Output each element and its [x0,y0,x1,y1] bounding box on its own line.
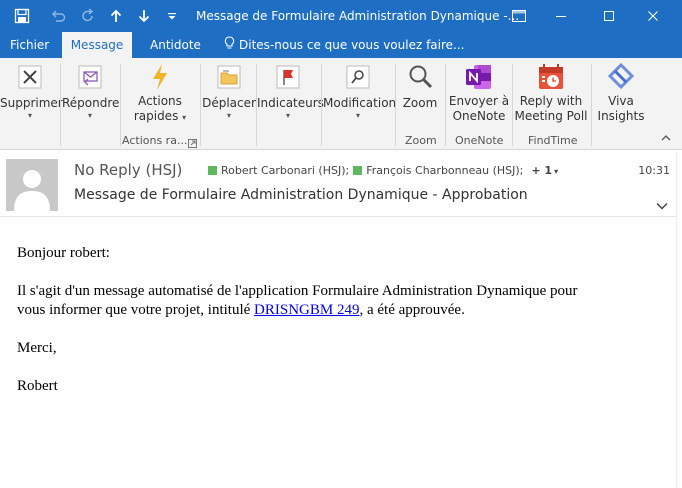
more-recipients[interactable]: + 1 ▾ [531,164,558,177]
search-icon [342,62,374,92]
body-line-2-start: vous informer que votre projet, intitulé [17,302,255,318]
deplacer-button[interactable]: Déplacer ▾ [202,62,256,121]
supprimer-button[interactable]: Supprimer ▾ [0,62,63,121]
divider [445,64,446,146]
body-line-2-end: , a été approuvée. [359,302,465,318]
modification-label: Modification [323,96,397,110]
reply-icon [74,62,106,92]
presence-available-icon [208,166,217,175]
modification-button[interactable]: Modification ▾ [323,62,397,121]
flag-icon [272,62,304,92]
reply-meeting-label-2: Meeting Poll [514,109,588,123]
window-title: Message de Formulaire Administration Dyn… [196,9,520,23]
divider [200,64,201,146]
tell-me-text: Dites-nous ce que vous voulez faire... [239,38,465,52]
chevron-down-icon: ▾ [27,111,32,120]
signature: Robert [17,378,58,394]
divider [512,64,513,146]
chevron-down-icon: ▾ [182,113,187,122]
envoyer-label-1: Envoyer à [448,94,510,108]
reply-meeting-poll-button[interactable]: Reply with Meeting Poll [514,62,588,124]
lightning-icon [144,62,176,92]
tab-fichier[interactable]: Fichier [10,32,49,58]
repondre-label: Répondre [62,96,120,110]
calendar-clock-icon [535,62,567,92]
message-header: No Reply (HSJ) Robert Carbonari (HSJ); F… [0,151,682,217]
greeting: Bonjour robert: [17,245,110,261]
actions-group-label: Actions ra... [122,134,188,147]
title-bar: Message de Formulaire Administration Dyn… [0,0,682,32]
reply-meeting-label-1: Reply with [519,94,583,108]
actions-rapides-label-2: rapides ▾ [124,109,196,124]
arrow-down-icon[interactable] [132,0,156,32]
indicateurs-label: Indicateurs [257,96,324,110]
magnifier-icon [404,62,436,92]
actions-rapides-button[interactable]: Actions rapides ▾ [124,62,196,124]
viva-insights-button[interactable]: Viva Insights [594,62,648,124]
message-subject: Message de Formulaire Administration Dyn… [74,187,528,203]
minimize-icon[interactable] [540,0,582,32]
envoyer-label-2: OneNote [452,109,506,123]
recipient-2[interactable]: François Charbonneau (HSJ); [366,164,523,177]
customize-toolbar-icon[interactable] [162,0,182,32]
tab-antidote[interactable]: Antidote [150,32,201,58]
collapse-ribbon-icon[interactable] [660,132,672,146]
received-time: 10:31 [638,164,670,177]
redo-icon[interactable] [76,0,100,32]
avatar [6,159,58,211]
lightbulb-icon [224,33,235,59]
chevron-down-icon: ▾ [87,111,92,120]
ribbon-display-icon[interactable] [498,0,540,32]
dialog-launcher-icon[interactable] [188,137,197,151]
body-line-1: Il s'agit d'un message automatisé de l'a… [17,283,578,299]
onenote-icon [463,62,495,92]
message-body: Bonjour robert: Il s'agit d'un message a… [17,244,637,396]
envoyer-onenote-button[interactable]: Envoyer à OneNote [448,62,510,124]
onenote-group-label: OneNote [455,134,504,147]
scrollbar[interactable] [676,151,682,488]
presence-available-icon [353,166,363,175]
zoom-group-label: Zoom [405,134,437,147]
repondre-button[interactable]: Répondre ▾ [62,62,120,121]
maximize-icon[interactable] [588,0,630,32]
chevron-down-icon: ▾ [355,111,360,120]
divider [120,64,121,146]
viva-label-1: Viva [608,94,634,108]
chevron-down-icon: ▾ [554,167,559,176]
zoom-label: Zoom [402,96,438,110]
tell-me-search[interactable]: Dites-nous ce que vous voulez faire... [224,32,464,58]
sender-name[interactable]: No Reply (HSJ) [74,161,182,179]
recipient-1[interactable]: Robert Carbonari (HSJ); [221,164,349,177]
ribbon-tab-row: Fichier Message Antidote Dites-nous ce q… [0,32,682,58]
zoom-button[interactable]: Zoom [397,62,443,111]
divider [591,64,592,146]
more-count: + 1 [531,164,553,177]
closing: Merci, [17,340,57,356]
expand-header-icon[interactable] [656,195,668,214]
deplacer-label: Déplacer [202,96,256,110]
close-icon[interactable] [632,0,674,32]
recipients: Robert Carbonari (HSJ); François Charbon… [208,164,558,177]
divider [395,64,396,146]
chevron-down-icon: ▾ [285,111,290,120]
actions-rapides-text: rapides [133,109,179,123]
chevron-down-icon: ▾ [226,111,231,120]
viva-label-2: Insights [597,109,645,123]
undo-icon[interactable] [46,0,70,32]
supprimer-label: Supprimer [0,96,63,110]
ribbon: Supprimer ▾ Répondre ▾ Actions rapides ▾… [0,58,682,150]
move-folder-icon [213,62,245,92]
project-link[interactable]: DRISNGBM 249 [254,302,359,318]
divider [60,64,61,146]
arrow-up-icon[interactable] [104,0,128,32]
divider [321,64,322,146]
findtime-group-label: FindTime [528,134,578,147]
tab-message[interactable]: Message [62,32,132,58]
delete-icon [14,62,46,92]
viva-insights-icon [605,62,637,92]
save-icon[interactable] [10,0,34,32]
actions-rapides-label-1: Actions [138,94,182,108]
indicateurs-button[interactable]: Indicateurs ▾ [257,62,324,121]
body-line-2: vous informer que votre projet, intitulé… [17,301,637,320]
